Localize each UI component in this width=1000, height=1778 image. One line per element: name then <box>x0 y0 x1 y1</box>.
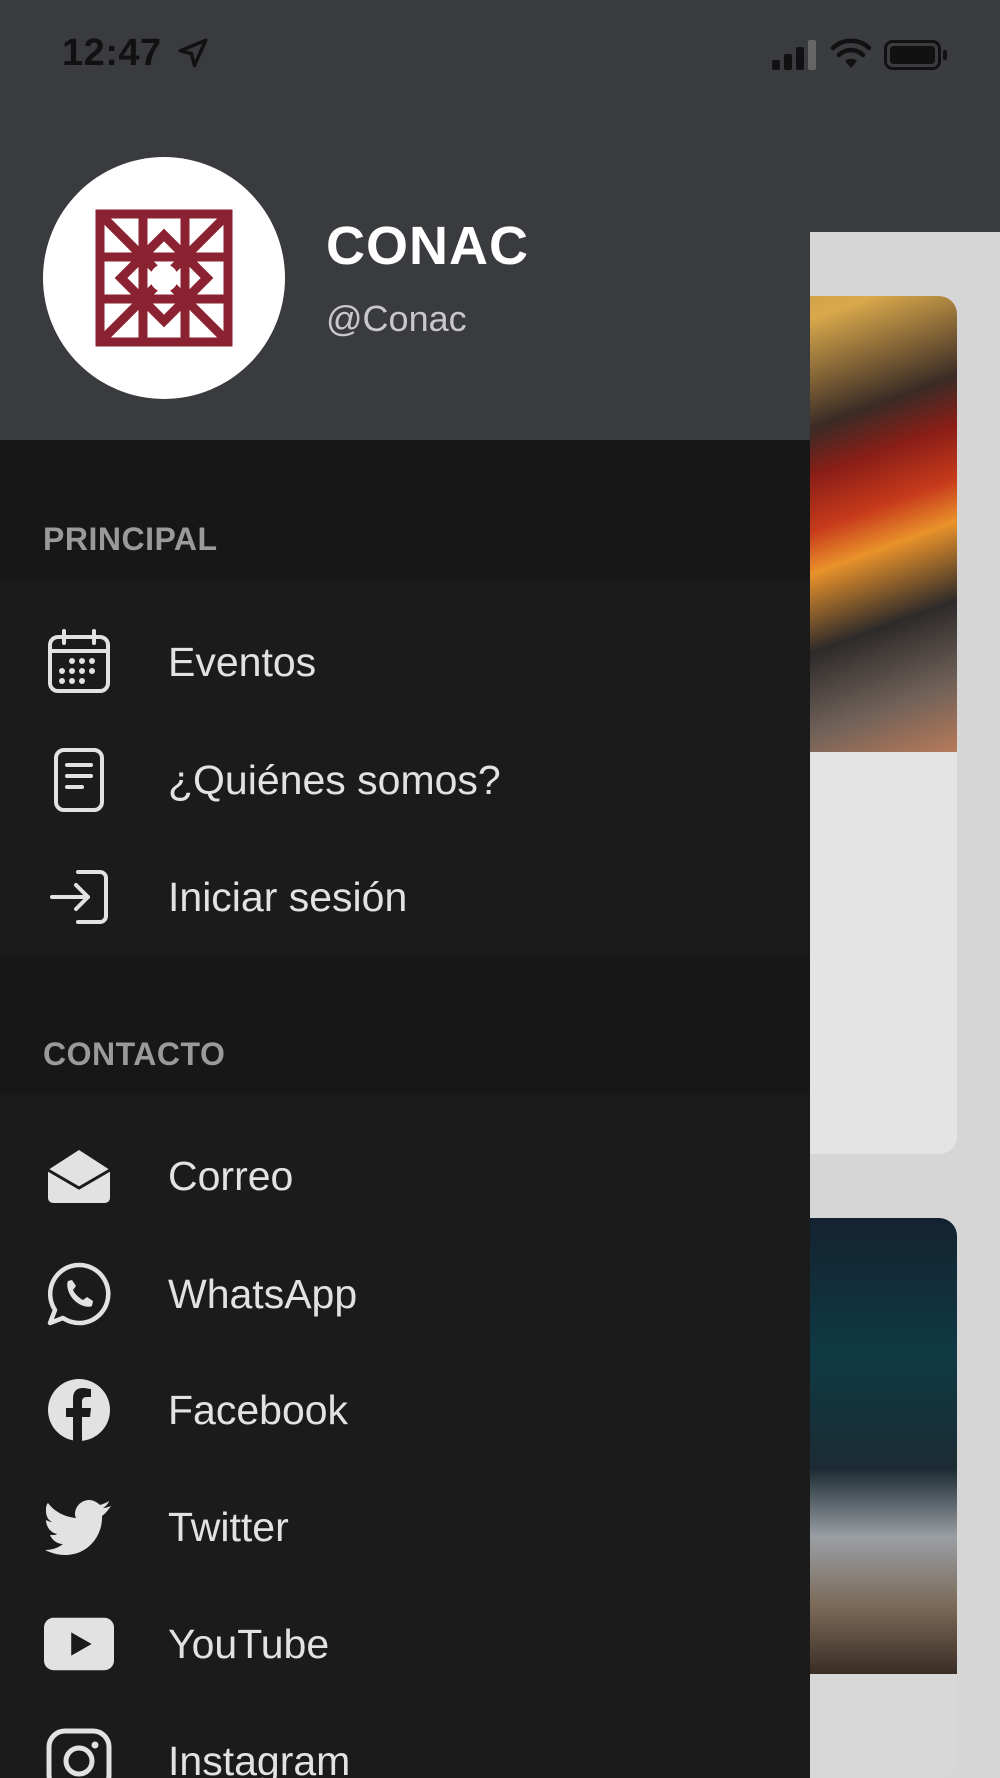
section-header-contacto: CONTACTO <box>0 955 810 1095</box>
calendar-icon <box>44 627 114 697</box>
menu-item-label: Twitter <box>168 1503 289 1550</box>
menu-item-label: Iniciar sesión <box>168 873 408 920</box>
menu-item-label: Instagram <box>168 1737 351 1778</box>
profile-handle: @Conac <box>326 298 467 339</box>
profile-name: CONAC <box>326 216 529 276</box>
menu-item-label: Correo <box>168 1152 294 1199</box>
facebook-icon <box>44 1375 114 1445</box>
menu-item-instagram[interactable]: Instagram <box>0 1711 810 1778</box>
avatar[interactable] <box>43 157 285 399</box>
menu-item-facebook[interactable]: Facebook <box>0 1360 810 1460</box>
youtube-icon <box>44 1609 114 1679</box>
menu-item-youtube[interactable]: YouTube <box>0 1594 810 1694</box>
menu-item-eventos[interactable]: Eventos <box>0 612 810 712</box>
menu-item-label: Facebook <box>168 1386 349 1433</box>
conac-logo-icon <box>95 209 233 347</box>
wifi-icon <box>830 38 872 75</box>
menu-item-label: WhatsApp <box>168 1270 358 1317</box>
location-arrow-icon <box>176 36 210 75</box>
menu-item-iniciar-sesion[interactable]: Iniciar sesión <box>0 847 810 947</box>
whatsapp-icon <box>44 1259 114 1329</box>
menu-item-quienes-somos[interactable]: ¿Quiénes somos? <box>0 730 810 830</box>
menu-item-twitter[interactable]: Twitter <box>0 1477 810 1577</box>
menu-item-label: YouTube <box>168 1620 330 1667</box>
section-title: CONTACTO <box>43 1036 226 1072</box>
section-title: PRINCIPAL <box>43 521 218 557</box>
battery-icon <box>884 40 948 75</box>
menu-item-whatsapp[interactable]: WhatsApp <box>0 1244 810 1344</box>
menu-item-label: Eventos <box>168 638 317 685</box>
navigation-drawer: CONAC @Conac PRINCIPAL Eventos ¿Quiénes … <box>0 0 810 1778</box>
document-icon <box>44 745 114 815</box>
menu-item-label: ¿Quiénes somos? <box>168 756 501 803</box>
status-time: 12:47 <box>62 32 162 74</box>
twitter-icon <box>44 1492 114 1562</box>
login-icon <box>44 862 114 932</box>
menu-item-correo[interactable]: Correo <box>0 1126 810 1226</box>
status-bar: 12:47 <box>0 0 1000 110</box>
section-header-principal: PRINCIPAL <box>0 440 810 580</box>
instagram-icon <box>44 1726 114 1778</box>
mail-icon <box>44 1141 114 1211</box>
cellular-signal-icon <box>772 40 820 75</box>
